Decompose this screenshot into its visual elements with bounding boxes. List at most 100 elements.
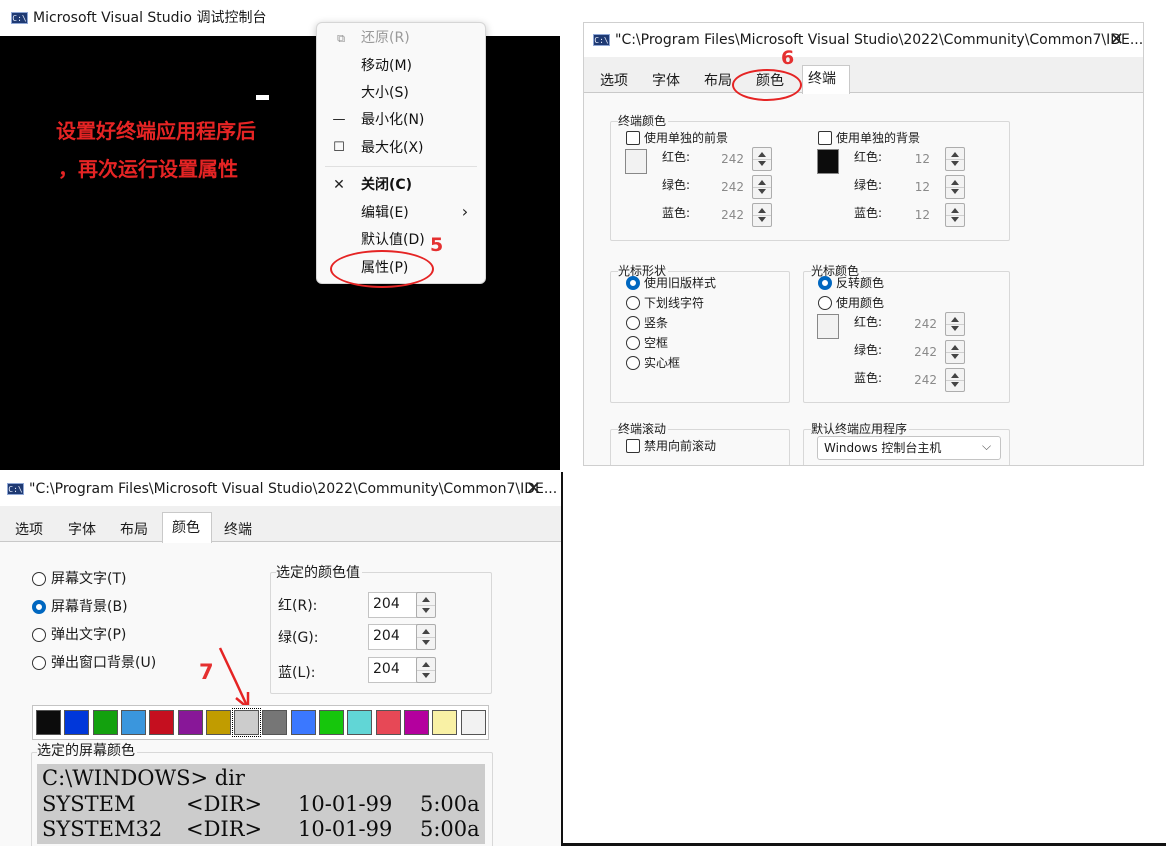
palette-swatch-13[interactable] [403, 710, 429, 735]
fg-checkbox[interactable] [626, 131, 640, 145]
cursor-shape-radio-bar[interactable] [626, 316, 640, 330]
fg-blue-value[interactable]: 242 [714, 207, 744, 223]
palette-swatch-7[interactable] [232, 708, 262, 737]
fg-red-value[interactable]: 242 [714, 151, 744, 167]
fg-green-spinner[interactable] [752, 175, 772, 199]
bg-red-label: 红色: [854, 150, 883, 164]
palette-swatch-0[interactable] [36, 710, 61, 735]
fg-green-value[interactable]: 242 [714, 179, 744, 195]
chevron-down-icon: ⌵ [982, 439, 992, 453]
preview-row-2-dir: <DIR> [186, 817, 263, 841]
tab-layout[interactable]: 布局 [120, 520, 148, 540]
tab-layout[interactable]: 布局 [704, 71, 732, 91]
dialog-title: "C:\Program Files\Microsoft Visual Studi… [29, 481, 558, 497]
cursor-blue-value[interactable]: 242 [907, 372, 937, 388]
target-popup-text-label: 弹出文字(P) [51, 627, 127, 643]
fg-red-spinner[interactable] [752, 147, 772, 171]
tab-terminal[interactable]: 终端 [808, 69, 836, 89]
default-terminal-dropdown[interactable]: Windows 控制台主机 ⌵ [817, 436, 1001, 460]
cursor-shape-radio-legacy[interactable] [626, 276, 640, 290]
step-number-6: 6 [781, 47, 795, 69]
bg-green-spinner[interactable] [945, 175, 965, 199]
preview-row-1-name: SYSTEM [42, 792, 136, 816]
palette-swatch-8[interactable] [262, 710, 288, 735]
bg-blue-value[interactable]: 12 [900, 207, 930, 223]
cursor-green-spinner[interactable] [945, 340, 965, 364]
target-radio-popup-text[interactable] [32, 628, 46, 642]
maximize-icon: ☐ [333, 140, 345, 155]
selected-screen-colors-label: 选定的屏幕颜色 [37, 743, 137, 759]
bg-green-label: 绿色: [854, 178, 883, 192]
target-radio-screen-text[interactable] [32, 572, 46, 586]
tab-font[interactable]: 字体 [652, 71, 680, 91]
close-icon[interactable]: ✕ [526, 480, 541, 498]
cursor-color-option-inverse: 反转颜色 [836, 276, 885, 290]
properties-dialog-colors: C:\ "C:\Program Files\Microsoft Visual S… [0, 472, 563, 846]
chevron-right-icon: › [461, 202, 469, 221]
red-value-input[interactable]: 204 [368, 592, 418, 618]
system-context-menu: ⧉ 还原(R) 移动(M) 大小(S) — 最小化(N) ☐ 最大化(X) ✕ … [316, 22, 486, 284]
palette-swatch-10[interactable] [319, 710, 344, 735]
cursor-shape-option-solidbox: 实心框 [644, 356, 681, 370]
palette-swatch-3[interactable] [120, 710, 146, 735]
cursor-red-spinner[interactable] [945, 312, 965, 336]
dialog-titlebar[interactable]: C:\ "C:\Program Files\Microsoft Visual S… [584, 23, 1143, 57]
fg-color-swatch [625, 149, 647, 174]
cursor-color-radio-custom[interactable] [818, 296, 832, 310]
palette-swatch-14[interactable] [432, 710, 458, 735]
bg-red-value[interactable]: 12 [900, 151, 930, 167]
console-title: Microsoft Visual Studio 调试控制台 [33, 10, 267, 26]
palette-swatch-1[interactable] [64, 710, 90, 735]
palette-swatch-2[interactable] [92, 710, 118, 735]
preview-line-prompt: C:\WINDOWS> dir [42, 766, 245, 790]
cursor-shape-radio-emptybox[interactable] [626, 336, 640, 350]
bg-color-swatch [817, 149, 839, 174]
cursor-shape-radio-underscore[interactable] [626, 296, 640, 310]
red-value-spinner[interactable] [416, 592, 436, 618]
cursor-green-value[interactable]: 242 [907, 344, 937, 360]
target-radio-screen-background[interactable] [32, 600, 46, 614]
menu-separator [325, 166, 477, 167]
palette-swatch-4[interactable] [149, 710, 175, 735]
bg-blue-spinner[interactable] [945, 203, 965, 227]
bg-red-spinner[interactable] [945, 147, 965, 171]
fg-green-label: 绿色: [662, 178, 691, 192]
palette-swatch-12[interactable] [375, 710, 401, 735]
target-screen-text-label: 屏幕文字(T) [51, 571, 127, 587]
cursor-color-radio-inverse[interactable] [818, 276, 832, 290]
palette-swatch-6[interactable] [205, 710, 231, 735]
bg-checkbox-label: 使用单独的背景 [836, 131, 921, 145]
close-icon[interactable]: ✕ [1109, 31, 1124, 49]
green-value-input[interactable]: 204 [368, 624, 418, 650]
cursor-blue-spinner[interactable] [945, 368, 965, 392]
disable-scroll-forward-checkbox[interactable] [626, 439, 640, 453]
fg-checkbox-label: 使用单独的前景 [644, 131, 729, 145]
terminal-scroll-label: 终端滚动 [618, 422, 669, 436]
target-popup-background-label: 弹出窗口背景(U) [51, 655, 157, 671]
palette-swatch-11[interactable] [347, 710, 373, 735]
disable-scroll-forward-label: 禁用向前滚动 [644, 439, 717, 453]
fg-blue-spinner[interactable] [752, 203, 772, 227]
cursor-shape-radio-solidbox[interactable] [626, 356, 640, 370]
palette-swatch-9[interactable] [290, 710, 316, 735]
cursor-red-value[interactable]: 242 [907, 316, 937, 332]
cursor-blue-label: 蓝色: [854, 371, 883, 385]
tab-font[interactable]: 字体 [68, 520, 96, 540]
dialog-titlebar[interactable]: C:\ "C:\Program Files\Microsoft Visual S… [0, 472, 561, 506]
default-terminal-value: Windows 控制台主机 [824, 441, 942, 455]
restore-icon: ⧉ [337, 32, 345, 45]
palette-swatch-15[interactable] [460, 710, 486, 735]
blue-value-input[interactable]: 204 [368, 657, 418, 683]
blue-value-spinner[interactable] [416, 657, 436, 683]
tab-colors[interactable]: 颜色 [172, 518, 200, 538]
tab-options[interactable]: 选项 [15, 520, 43, 540]
target-radio-popup-background[interactable] [32, 656, 46, 670]
tab-terminal[interactable]: 终端 [224, 520, 252, 540]
palette-swatch-5[interactable] [177, 710, 203, 735]
bg-checkbox[interactable] [818, 131, 832, 145]
tab-options[interactable]: 选项 [600, 71, 628, 91]
bg-green-value[interactable]: 12 [900, 179, 930, 195]
green-value-spinner[interactable] [416, 624, 436, 650]
cursor-color-swatch [817, 314, 839, 339]
cursor-red-label: 红色: [854, 315, 883, 329]
